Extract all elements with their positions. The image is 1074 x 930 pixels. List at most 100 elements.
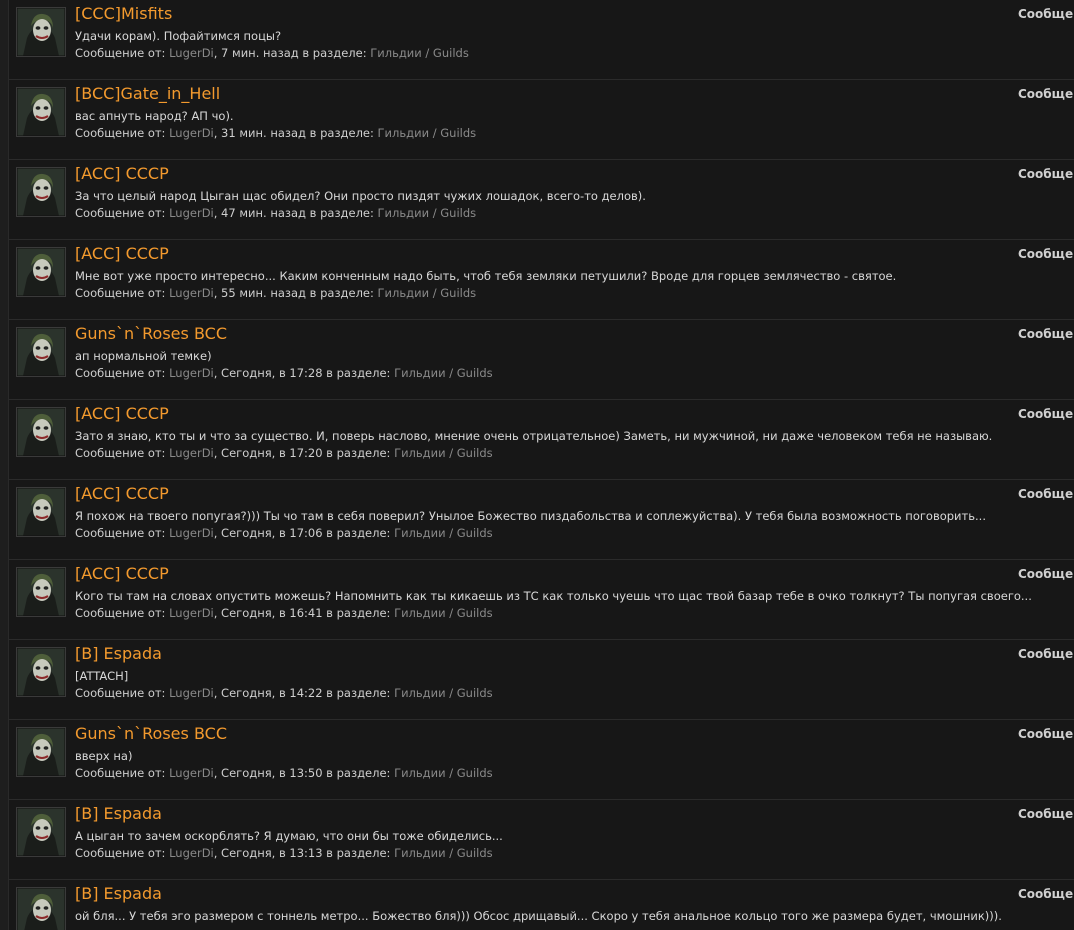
forum-link[interactable]: Гильдии / Guilds	[378, 206, 477, 220]
author-link[interactable]: LugerDi	[169, 766, 214, 780]
content-type-label: Сообщение	[1018, 247, 1074, 261]
content-type-label: Сообщение	[1018, 567, 1074, 581]
forum-link[interactable]: Гильдии / Guilds	[394, 606, 493, 620]
author-link[interactable]: LugerDi	[169, 686, 214, 700]
post-meta: Сообщение от: LugerDi, Сегодня, в 17:28 …	[75, 366, 493, 380]
search-result-item: [ACC] СССР За что целый народ Цыган щас …	[9, 160, 1074, 240]
thread-title-link[interactable]: [BCC]Gate_in_Hell	[75, 84, 220, 103]
forum-link[interactable]: Гильдии / Guilds	[394, 366, 493, 380]
joker-avatar-icon[interactable]	[16, 167, 66, 217]
search-result-item: [B] Espada ой бля... У тебя эго размером…	[9, 880, 1074, 930]
joker-avatar-icon[interactable]	[16, 727, 66, 777]
forum-link[interactable]: Гильдии / Guilds	[394, 766, 493, 780]
search-result-item: Guns`n`Roses BCC вверх на) Сообщение от:…	[9, 720, 1074, 800]
forum-link[interactable]: Гильдии / Guilds	[394, 446, 493, 460]
joker-avatar-icon[interactable]	[16, 327, 66, 377]
forum-link[interactable]: Гильдии / Guilds	[394, 846, 493, 860]
thread-title-link[interactable]: [ACC] СССР	[75, 164, 169, 183]
thread-title-link[interactable]: Guns`n`Roses BCC	[75, 324, 227, 343]
thread-title-link[interactable]: [B] Espada	[75, 884, 162, 903]
thread-title-link[interactable]: [CCC]Misfits	[75, 4, 172, 23]
post-snippet: ой бля... У тебя эго размером с тоннель …	[75, 909, 1002, 923]
search-result-item: [ACC] СССР Я похож на твоего попугая?)))…	[9, 480, 1074, 560]
joker-avatar-icon[interactable]	[16, 407, 66, 457]
post-snippet: вас апнуть народ? АП чо).	[75, 109, 234, 123]
joker-avatar-icon[interactable]	[16, 7, 66, 57]
meta-time: , Сегодня, в 13:13 в разделе:	[213, 846, 395, 860]
thread-title-link[interactable]: [ACC] СССР	[75, 244, 169, 263]
post-snippet: Я похож на твоего попугая?))) Ты чо там …	[75, 509, 986, 523]
joker-avatar-icon[interactable]	[16, 887, 66, 930]
forum-link[interactable]: Гильдии / Guilds	[378, 286, 477, 300]
author-link[interactable]: LugerDi	[169, 286, 214, 300]
meta-time: , Сегодня, в 17:20 в разделе:	[213, 446, 395, 460]
post-meta: Сообщение от: LugerDi, Сегодня, в 17:20 …	[75, 446, 493, 460]
author-link[interactable]: LugerDi	[169, 846, 214, 860]
joker-avatar-icon[interactable]	[16, 487, 66, 537]
meta-prefix: Сообщение от:	[75, 366, 170, 380]
meta-time: , 55 мин. назад в разделе:	[213, 286, 378, 300]
meta-time: , Сегодня, в 17:28 в разделе:	[213, 366, 395, 380]
meta-time: , 7 мин. назад в разделе:	[213, 46, 371, 60]
forum-link[interactable]: Гильдии / Guilds	[378, 126, 477, 140]
meta-prefix: Сообщение от:	[75, 526, 170, 540]
search-result-item: [CCC]Misfits Удачи корам). Пофайтимся по…	[9, 0, 1074, 80]
meta-time: , Сегодня, в 16:41 в разделе:	[213, 606, 395, 620]
forum-link[interactable]: Гильдии / Guilds	[394, 526, 493, 540]
meta-time: , Сегодня, в 13:50 в разделе:	[213, 766, 395, 780]
meta-prefix: Сообщение от:	[75, 606, 170, 620]
left-border	[0, 0, 9, 930]
meta-prefix: Сообщение от:	[75, 286, 170, 300]
thread-title-link[interactable]: [ACC] СССР	[75, 484, 169, 503]
search-result-item: [B] Espada [ATTACH] Сообщение от: LugerD…	[9, 640, 1074, 720]
content-type-label: Сообщение	[1018, 7, 1074, 21]
author-link[interactable]: LugerDi	[169, 206, 214, 220]
thread-title-link[interactable]: [ACC] СССР	[75, 404, 169, 423]
author-link[interactable]: LugerDi	[169, 126, 214, 140]
meta-prefix: Сообщение от:	[75, 46, 170, 60]
author-link[interactable]: LugerDi	[169, 606, 214, 620]
search-result-item: Guns`n`Roses BCC ап нормальной темке) Со…	[9, 320, 1074, 400]
meta-time: , Сегодня, в 17:06 в разделе:	[213, 526, 395, 540]
meta-prefix: Сообщение от:	[75, 446, 170, 460]
meta-prefix: Сообщение от:	[75, 686, 170, 700]
author-link[interactable]: LugerDi	[169, 46, 214, 60]
forum-link[interactable]: Гильдии / Guilds	[394, 686, 493, 700]
meta-time: , 47 мин. назад в разделе:	[213, 206, 378, 220]
post-snippet: За что целый народ Цыган щас обидел? Они…	[75, 189, 646, 203]
joker-avatar-icon[interactable]	[16, 87, 66, 137]
meta-time: , Сегодня, в 14:22 в разделе:	[213, 686, 395, 700]
post-snippet: А цыган то зачем оскорблять? Я думаю, чт…	[75, 829, 503, 843]
author-link[interactable]: LugerDi	[169, 526, 214, 540]
post-snippet: Зато я знаю, кто ты и что за существо. И…	[75, 429, 993, 443]
joker-avatar-icon[interactable]	[16, 567, 66, 617]
content-type-label: Сообщение	[1018, 487, 1074, 501]
post-meta: Сообщение от: LugerDi, Сегодня, в 13:50 …	[75, 766, 493, 780]
post-meta: Сообщение от: LugerDi, 47 мин. назад в р…	[75, 206, 476, 220]
author-link[interactable]: LugerDi	[169, 446, 214, 460]
joker-avatar-icon[interactable]	[16, 647, 66, 697]
joker-avatar-icon[interactable]	[16, 807, 66, 857]
author-link[interactable]: LugerDi	[169, 366, 214, 380]
thread-title-link[interactable]: [ACC] СССР	[75, 564, 169, 583]
meta-prefix: Сообщение от:	[75, 846, 170, 860]
content-type-label: Сообщение	[1018, 727, 1074, 741]
post-meta: Сообщение от: LugerDi, Сегодня, в 13:13 …	[75, 846, 493, 860]
thread-title-link[interactable]: [B] Espada	[75, 644, 162, 663]
content-type-label: Сообщение	[1018, 807, 1074, 821]
search-results-page: [CCC]Misfits Удачи корам). Пофайтимся по…	[0, 0, 1074, 930]
content-type-label: Сообщение	[1018, 407, 1074, 421]
forum-link[interactable]: Гильдии / Guilds	[370, 46, 469, 60]
meta-time: , 31 мин. назад в разделе:	[213, 126, 378, 140]
meta-prefix: Сообщение от:	[75, 126, 170, 140]
post-meta: Сообщение от: LugerDi, 7 мин. назад в ра…	[75, 46, 469, 60]
joker-avatar-icon[interactable]	[16, 247, 66, 297]
post-snippet: ап нормальной темке)	[75, 349, 212, 363]
post-meta: Сообщение от: LugerDi, Сегодня, в 16:41 …	[75, 606, 493, 620]
post-meta: Сообщение от: LugerDi, Сегодня, в 17:06 …	[75, 526, 493, 540]
meta-prefix: Сообщение от:	[75, 766, 170, 780]
thread-title-link[interactable]: [B] Espada	[75, 804, 162, 823]
search-results-list: [CCC]Misfits Удачи корам). Пофайтимся по…	[9, 0, 1074, 930]
post-snippet: Удачи корам). Пофайтимся поцы?	[75, 29, 282, 43]
thread-title-link[interactable]: Guns`n`Roses BCC	[75, 724, 227, 743]
